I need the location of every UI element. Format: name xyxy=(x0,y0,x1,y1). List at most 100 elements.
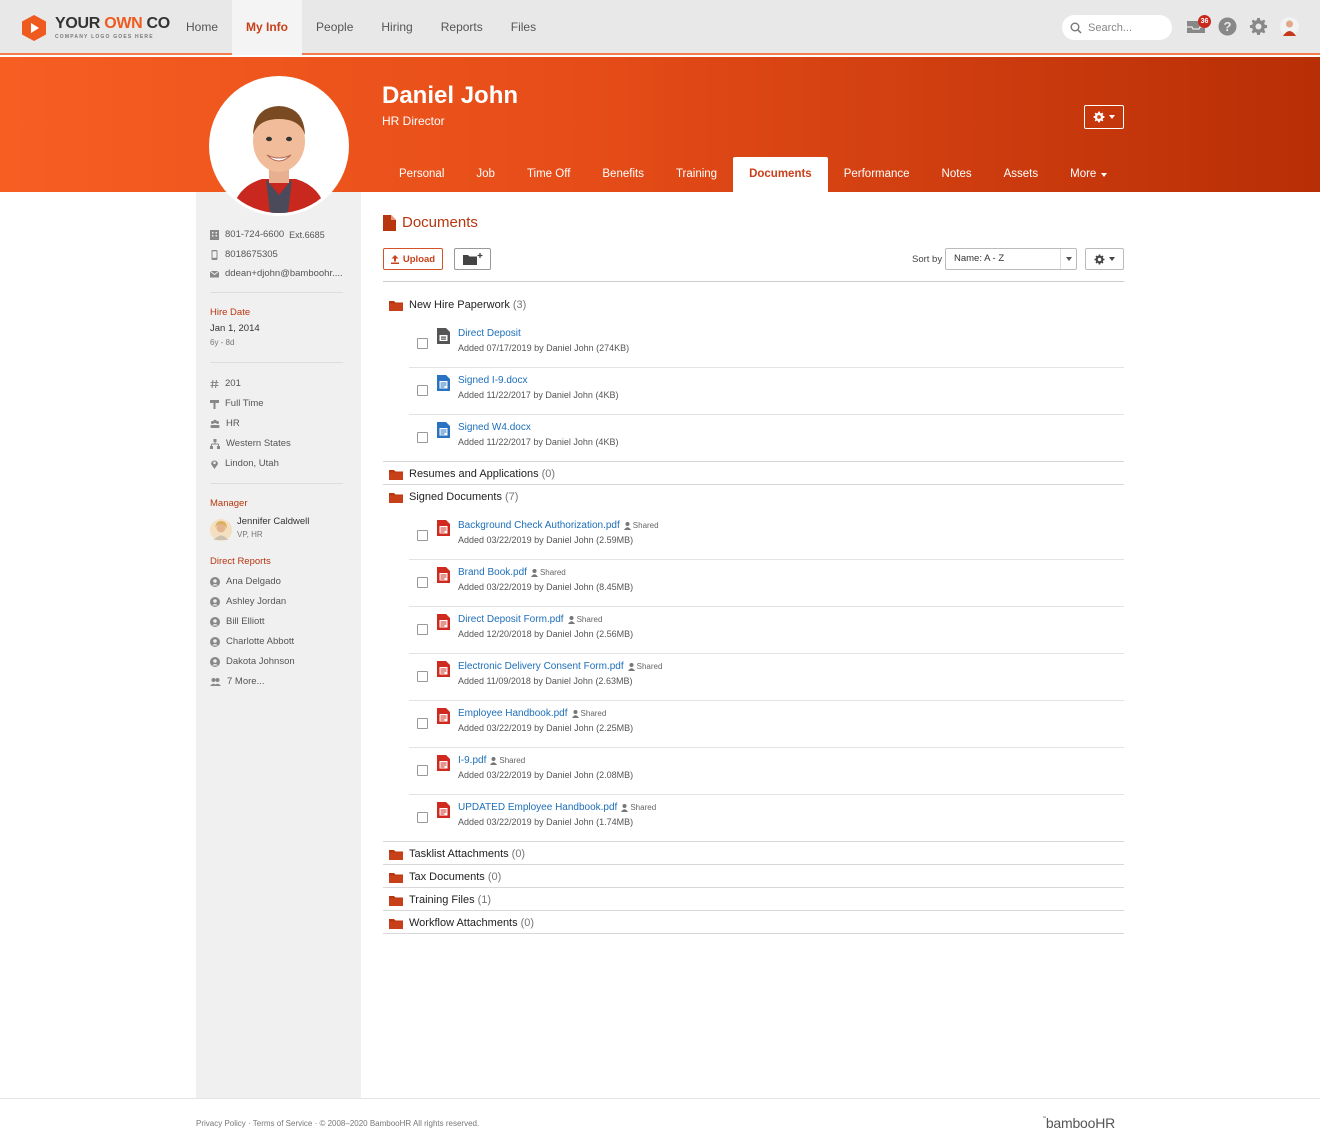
nav-files[interactable]: Files xyxy=(497,0,550,55)
new-folder-button[interactable] xyxy=(454,248,491,270)
direct-report-item[interactable]: Bill Elliott xyxy=(210,616,265,627)
pdf-file-icon xyxy=(437,520,450,536)
terms-of-service-link[interactable]: Terms of Service xyxy=(253,1119,313,1128)
shared-indicator: Shared xyxy=(621,803,656,812)
nav-reports[interactable]: Reports xyxy=(427,0,497,55)
file-link[interactable]: Background Check Authorization.pdf xyxy=(458,520,620,531)
file-link[interactable]: Brand Book.pdf xyxy=(458,567,527,578)
envelope-icon xyxy=(210,270,219,277)
file-link[interactable]: UPDATED Employee Handbook.pdf xyxy=(458,802,617,813)
file-checkbox[interactable] xyxy=(417,432,428,443)
person-circle-icon xyxy=(210,576,220,587)
file-checkbox[interactable] xyxy=(417,385,428,396)
file-link[interactable]: Direct Deposit Form.pdf xyxy=(458,614,564,625)
tab-personal[interactable]: Personal xyxy=(383,157,460,192)
mobile-phone: 8018675305 xyxy=(225,249,278,260)
folder-header[interactable]: Training Files (1) xyxy=(389,894,491,906)
profile-photo-image xyxy=(212,79,346,213)
file-checkbox[interactable] xyxy=(417,338,428,349)
tab-assets[interactable]: Assets xyxy=(988,157,1055,192)
employment-status-row: Full Time xyxy=(210,398,264,409)
folder-icon xyxy=(389,469,403,480)
direct-report-item[interactable]: Charlotte Abbott xyxy=(210,636,294,647)
file-checkbox[interactable] xyxy=(417,718,428,729)
file-meta: Added 03/22/2019 by Daniel John (2.08MB) xyxy=(458,770,634,780)
folder-header[interactable]: Tax Documents (0) xyxy=(389,871,501,883)
file-link[interactable]: Employee Handbook.pdf xyxy=(458,708,568,719)
file-link[interactable]: Electronic Delivery Consent Form.pdf xyxy=(458,661,624,672)
file-meta: Added 03/22/2019 by Daniel John (8.45MB) xyxy=(458,582,634,592)
nav-my-info[interactable]: My Info xyxy=(232,0,303,55)
file-link[interactable]: Signed I-9.docx xyxy=(458,375,528,386)
shared-indicator: Shared xyxy=(627,662,662,671)
file-row: UPDATED Employee Handbook.pdf Shared Added… xyxy=(409,794,1124,841)
file-name: Direct Deposit Form.pdf Shared xyxy=(458,614,602,625)
nav-people[interactable]: People xyxy=(302,0,367,55)
folder-header[interactable]: Signed Documents (7) xyxy=(389,491,518,503)
direct-report-name: Ana Delgado xyxy=(226,576,281,587)
tab-performance[interactable]: Performance xyxy=(828,157,926,192)
upload-button[interactable]: Upload xyxy=(383,248,443,270)
shared-person-icon xyxy=(621,803,629,812)
user-avatar-icon[interactable] xyxy=(1280,17,1299,36)
email-row[interactable]: ddean+djohn@bamboohr.... xyxy=(210,268,343,279)
sort-by-label: Sort by xyxy=(912,254,943,265)
tenure: 6y - 8d xyxy=(210,338,235,347)
direct-report-item[interactable]: Ana Delgado xyxy=(210,576,281,587)
file-link[interactable]: Signed W4.docx xyxy=(458,422,531,433)
profile-settings-button[interactable] xyxy=(1084,105,1124,129)
pdf-file-icon xyxy=(437,614,450,630)
tab-documents[interactable]: Documents xyxy=(733,157,828,192)
folder-header[interactable]: Workflow Attachments (0) xyxy=(389,917,534,929)
manager-avatar[interactable] xyxy=(210,519,232,541)
profile-photo[interactable] xyxy=(209,76,349,216)
folder-divider xyxy=(383,933,1124,934)
file-checkbox[interactable] xyxy=(417,530,428,541)
privacy-policy-link[interactable]: Privacy Policy xyxy=(196,1119,246,1128)
company-logo[interactable]: YOUR OWN CO COMPANY LOGO GOES HERE xyxy=(21,14,170,42)
tab-training[interactable]: Training xyxy=(660,157,733,192)
file-checkbox[interactable] xyxy=(417,577,428,588)
nav-home[interactable]: Home xyxy=(172,0,232,55)
shared-label: Shared xyxy=(630,803,657,812)
more-direct-reports-link[interactable]: 7 More... xyxy=(210,676,265,687)
tab-more[interactable]: More xyxy=(1054,157,1123,192)
work-phone-extension: Ext.6685 xyxy=(289,229,325,240)
file-name: Background Check Authorization.pdf Shared xyxy=(458,520,659,531)
shared-indicator: Shared xyxy=(490,756,525,765)
location-row: Lindon, Utah xyxy=(210,458,279,469)
direct-report-name: Charlotte Abbott xyxy=(226,636,295,647)
file-row: I-9.pdf Shared Added 03/22/2019 by Daniel … xyxy=(409,747,1124,794)
tab-notes[interactable]: Notes xyxy=(926,157,988,192)
file-checkbox[interactable] xyxy=(417,671,428,682)
tab-time-off[interactable]: Time Off xyxy=(511,157,586,192)
direct-report-item[interactable]: Dakota Johnson xyxy=(210,656,295,667)
folder-header[interactable]: Resumes and Applications (0) xyxy=(389,468,555,480)
hire-date-label: Hire Date xyxy=(210,307,251,318)
footer: Privacy Policy · Terms of Service · © 20… xyxy=(0,1098,1320,1146)
person-circle-icon xyxy=(210,656,220,667)
search-input[interactable]: Search... xyxy=(1062,15,1172,40)
sort-select[interactable]: Name: A - Z xyxy=(945,248,1077,270)
document-options-button[interactable] xyxy=(1085,248,1124,270)
file-link[interactable]: I-9.pdf xyxy=(458,755,486,766)
bamboohr-logo[interactable]: ˜bambooHR xyxy=(1043,1115,1115,1131)
nav-hiring[interactable]: Hiring xyxy=(367,0,426,55)
employee-number-row: 201 xyxy=(210,378,241,389)
file-link[interactable]: Direct Deposit xyxy=(458,328,521,339)
file-checkbox[interactable] xyxy=(417,765,428,776)
direct-report-name: Dakota Johnson xyxy=(226,656,295,667)
file-checkbox[interactable] xyxy=(417,812,428,823)
settings-gear-icon[interactable] xyxy=(1249,17,1268,36)
manager-label: Manager xyxy=(210,498,248,509)
direct-report-item[interactable]: Ashley Jordan xyxy=(210,596,286,607)
manager-name[interactable]: Jennifer Caldwell xyxy=(237,516,309,527)
tab-job[interactable]: Job xyxy=(460,157,511,192)
help-icon[interactable]: ? xyxy=(1218,17,1237,36)
tab-benefits[interactable]: Benefits xyxy=(586,157,660,192)
shared-indicator: Shared xyxy=(571,709,606,718)
folder-header[interactable]: New Hire Paperwork (3) xyxy=(389,299,526,311)
file-checkbox[interactable] xyxy=(417,624,428,635)
direct-report-name: Bill Elliott xyxy=(226,616,265,627)
folder-header[interactable]: Tasklist Attachments (0) xyxy=(389,848,525,860)
